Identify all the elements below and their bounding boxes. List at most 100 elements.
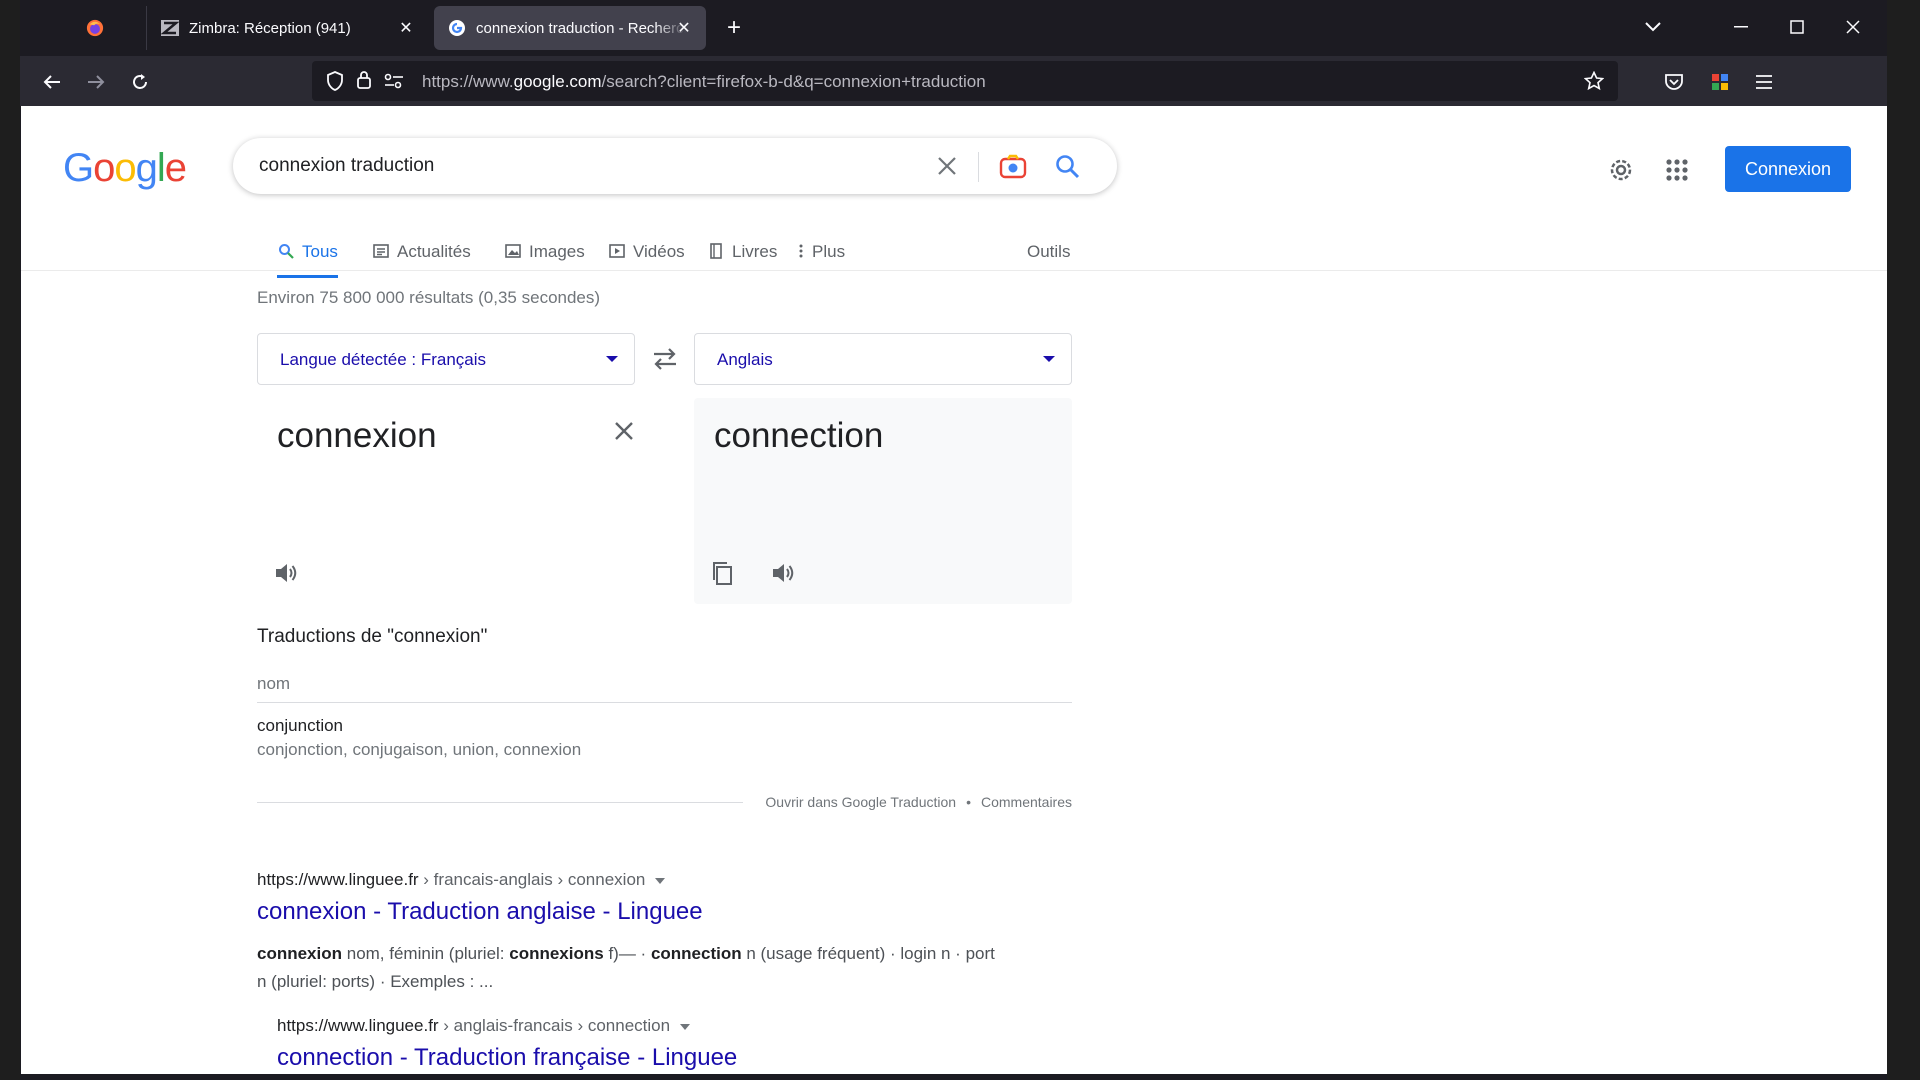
header-divider xyxy=(21,270,1887,271)
tools-button[interactable]: Outils xyxy=(1027,232,1070,278)
search-divider xyxy=(978,152,979,182)
result-title-link[interactable]: connexion - Traduction anglaise - Lingue… xyxy=(257,898,703,926)
result-snippet: connexion nom, féminin (pluriel: connexi… xyxy=(257,940,997,996)
divider xyxy=(257,802,743,803)
tab-label: Vidéos xyxy=(633,242,685,261)
logo-letter: l xyxy=(156,146,166,190)
url-text[interactable]: https://www.google.com/search?client=fir… xyxy=(422,72,986,92)
tab-label: Plus xyxy=(812,242,846,261)
search-icon xyxy=(277,242,295,260)
result-url[interactable]: https://www.linguee.fr › francais-anglai… xyxy=(257,870,666,890)
tab-google-search[interactable]: connexion traduction - Recherche ✕ xyxy=(434,6,706,50)
tab-label: Images xyxy=(529,242,585,261)
forward-icon[interactable] xyxy=(80,66,112,98)
sign-in-button[interactable]: Connexion xyxy=(1725,146,1851,192)
logo-letter: e xyxy=(164,146,187,190)
translated-text: connection xyxy=(714,416,884,455)
browser-window: Zimbra: Réception (941) ✕ connexion trad… xyxy=(20,0,1887,1080)
tab-label: Actualités xyxy=(397,242,471,261)
result-title-link[interactable]: connection - Traduction française - Ling… xyxy=(277,1044,737,1072)
source-language-select[interactable]: Langue détectée : Français xyxy=(257,333,635,385)
snippet-highlight: connection xyxy=(650,944,742,963)
google-logo[interactable]: Google xyxy=(63,146,187,191)
tab-news[interactable]: Actualités xyxy=(372,232,471,278)
tab-firefox-view[interactable] xyxy=(72,6,146,50)
target-language-select[interactable]: Anglais xyxy=(694,333,1072,385)
settings-gear-icon[interactable] xyxy=(1605,154,1637,186)
tab-label: connexion traduction - Recherche xyxy=(476,19,686,37)
book-icon xyxy=(707,242,725,260)
separator: • xyxy=(966,794,971,810)
tab-more[interactable]: Plus xyxy=(797,232,845,278)
tracking-shield-icon[interactable] xyxy=(326,71,344,96)
source-text[interactable]: connexion xyxy=(277,416,437,456)
logo-letter: o xyxy=(93,146,115,190)
snippet-highlight: connexions xyxy=(509,944,604,963)
feedback-link[interactable]: Commentaires xyxy=(981,794,1072,810)
google-icon xyxy=(448,19,466,37)
source-language-label: Langue détectée : Français xyxy=(280,350,487,369)
tab-zimbra[interactable]: Zimbra: Réception (941) ✕ xyxy=(146,6,428,50)
clear-search-icon[interactable] xyxy=(933,152,961,180)
url-domain: google.com xyxy=(513,72,602,91)
result-url[interactable]: https://www.linguee.fr › anglais-francai… xyxy=(277,1016,691,1036)
url-path: /search?client=firefox-b-d&q=connexion+t… xyxy=(601,72,986,91)
image-icon xyxy=(504,242,522,260)
translation-entry-synonyms: conjonction, conjugaison, union, connexi… xyxy=(257,740,582,759)
search-box[interactable]: connexion traduction xyxy=(233,138,1117,194)
speaker-icon[interactable] xyxy=(271,558,301,588)
permissions-icon[interactable] xyxy=(384,73,404,94)
swap-languages-icon[interactable] xyxy=(650,346,680,372)
tab-label: Zimbra: Réception (941) xyxy=(189,19,351,37)
web-page: Google connexion traduction Connexion To… xyxy=(21,106,1887,1074)
search-icon[interactable] xyxy=(1053,152,1083,182)
logo-letter: g xyxy=(135,146,158,190)
translation-output-panel: connection xyxy=(694,398,1072,604)
translations-heading: Traductions de "connexion" xyxy=(257,626,488,647)
google-apps-icon[interactable] xyxy=(1661,154,1693,186)
more-vert-icon xyxy=(797,242,805,260)
list-all-tabs-icon[interactable] xyxy=(1638,12,1668,42)
close-icon[interactable]: ✕ xyxy=(396,18,416,38)
copy-icon[interactable] xyxy=(708,558,738,588)
source-text-panel[interactable]: connexion xyxy=(257,398,635,604)
minimize-icon[interactable] xyxy=(1726,12,1756,42)
menu-icon[interactable] xyxy=(1748,66,1780,98)
close-icon[interactable]: ✕ xyxy=(674,18,694,38)
tab-all[interactable]: Tous xyxy=(277,232,338,278)
new-tab-button[interactable]: + xyxy=(720,14,748,42)
lock-icon[interactable] xyxy=(356,70,372,95)
speaker-icon[interactable] xyxy=(768,558,798,588)
pocket-icon[interactable] xyxy=(1658,66,1690,98)
url-bar[interactable]: https://www.google.com/search?client=fir… xyxy=(312,61,1618,101)
window-close-icon[interactable] xyxy=(1838,12,1868,42)
back-icon[interactable] xyxy=(36,66,68,98)
search-input[interactable]: connexion traduction xyxy=(259,155,434,177)
navigation-toolbar: https://www.google.com/search?client=fir… xyxy=(20,56,1887,106)
open-in-google-translate-link[interactable]: Ouvrir dans Google Traduction xyxy=(765,794,956,810)
result-url-site: https://www.linguee.fr xyxy=(257,870,419,889)
dropdown-arrow-icon xyxy=(606,356,618,362)
tab-videos[interactable]: Vidéos xyxy=(608,232,685,278)
tab-images[interactable]: Images xyxy=(504,232,585,278)
search-tabs: Tous Actualités Images Vidéos Livres Plu… xyxy=(257,232,1107,278)
bookmark-star-icon[interactable] xyxy=(1583,70,1605,96)
extensions-icon[interactable] xyxy=(1704,66,1736,98)
result-url-path: › francais-anglais › connexion xyxy=(418,870,646,889)
snippet-text: nom, féminin (pluriel: xyxy=(342,944,510,963)
chevron-down-icon[interactable] xyxy=(655,877,666,884)
tools-label: Outils xyxy=(1027,242,1071,261)
logo-letter: o xyxy=(114,146,136,190)
translate-footer: Ouvrir dans Google Traduction • Commentair… xyxy=(743,794,1072,810)
tab-books[interactable]: Livres xyxy=(707,232,777,278)
lens-camera-icon[interactable] xyxy=(998,152,1028,182)
logo-letter: G xyxy=(63,146,94,190)
clear-source-icon[interactable] xyxy=(609,416,639,446)
chevron-down-icon[interactable] xyxy=(680,1023,691,1030)
tab-label: Livres xyxy=(732,242,778,261)
reload-icon[interactable] xyxy=(124,66,156,98)
desktop-right-edge xyxy=(1887,0,1920,1080)
maximize-icon[interactable] xyxy=(1782,12,1812,42)
target-language-label: Anglais xyxy=(717,350,773,369)
url-prefix: https://www. xyxy=(422,72,514,91)
